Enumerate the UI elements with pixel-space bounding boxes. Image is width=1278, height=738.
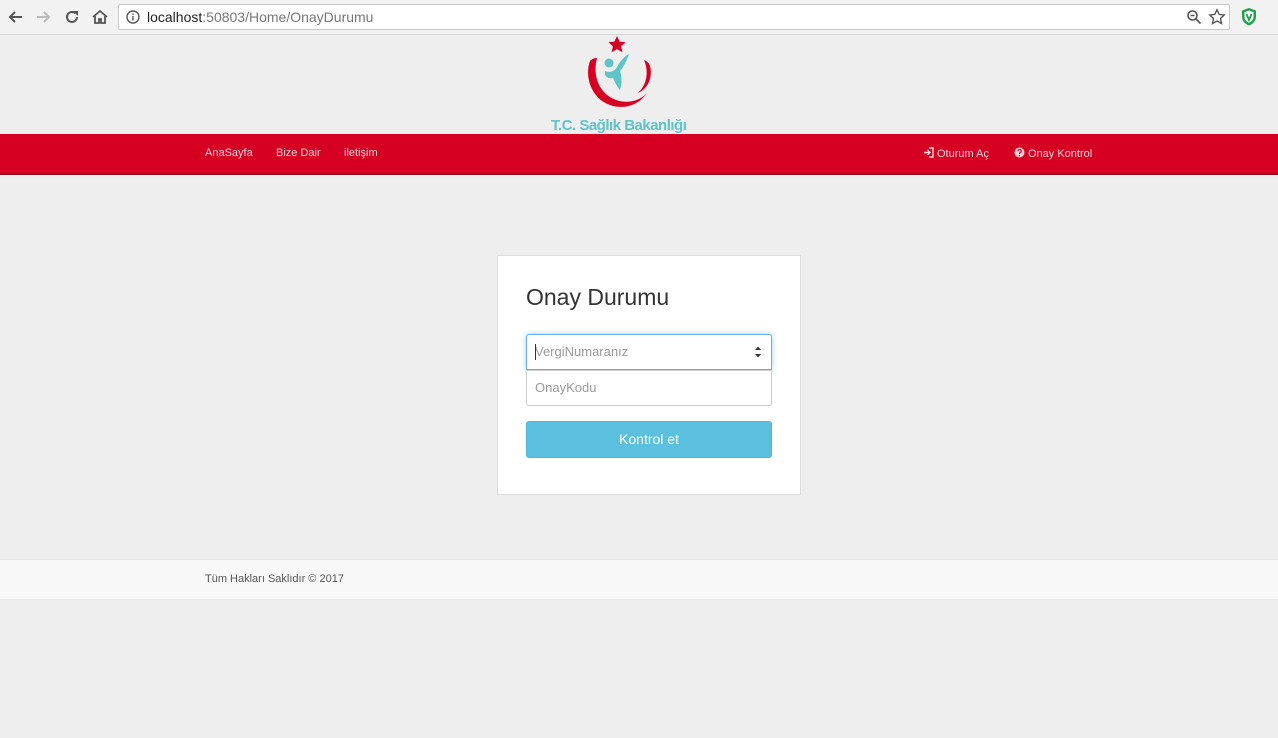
login-label: Oturum Aç: [937, 148, 989, 160]
site-footer: Tüm Hakları Saklıdır © 2017: [0, 559, 1278, 600]
home-icon: [92, 9, 108, 24]
nav-link-contact[interactable]: iletişim: [344, 147, 378, 159]
nav-link-approval-check[interactable]: Onay Kontrol: [1014, 147, 1092, 160]
check-button[interactable]: Kontrol et: [526, 421, 772, 458]
browser-toolbar: localhost:50803/Home/OnayDurumu: [0, 0, 1278, 35]
logo-text: T.C. Sağlık Bakanlığı: [551, 117, 687, 134]
site-header: T.C. Sağlık Bakanlığı: [0, 35, 1278, 134]
bookmark-star-icon[interactable]: [1208, 8, 1226, 26]
home-button[interactable]: [89, 6, 111, 28]
page-title: Onay Durumu: [526, 284, 670, 310]
url-path: :50803/Home/OnayDurumu: [202, 9, 374, 25]
back-arrow-icon: [8, 11, 22, 23]
number-spinner-icon[interactable]: [753, 344, 763, 360]
forward-button[interactable]: [32, 6, 54, 28]
nav-link-home[interactable]: AnaSayfa: [205, 147, 253, 159]
tax-number-placeholder: VergiNumaranız: [535, 344, 629, 359]
address-bar[interactable]: localhost:50803/Home/OnayDurumu: [118, 4, 1230, 30]
back-button[interactable]: [5, 6, 27, 28]
approval-code-input[interactable]: OnayKodu: [526, 370, 772, 406]
zoom-icon[interactable]: [1186, 9, 1202, 25]
tax-number-input[interactable]: VergiNumaranız: [526, 334, 772, 370]
url-host: localhost: [147, 9, 203, 25]
forward-arrow-icon: [37, 11, 51, 23]
question-circle-icon: [1014, 147, 1025, 158]
approval-status-panel: Onay Durumu VergiNumaranız OnayKodu Kont…: [497, 255, 801, 495]
login-icon: [924, 147, 934, 158]
text-caret: [535, 344, 536, 360]
copyright-text: Tüm Hakları Saklıdır © 2017: [205, 573, 344, 585]
info-icon[interactable]: [126, 10, 140, 24]
reload-button[interactable]: [61, 6, 83, 28]
approval-check-label: Onay Kontrol: [1028, 148, 1093, 160]
main-navbar: AnaSayfa Bize Dair iletişim Oturum Aç On…: [0, 134, 1278, 175]
nav-link-about[interactable]: Bize Dair: [276, 147, 321, 159]
reload-icon: [66, 10, 78, 23]
url-text[interactable]: localhost:50803/Home/OnayDurumu: [147, 9, 373, 25]
approval-code-placeholder: OnayKodu: [535, 380, 597, 395]
ministry-logo-icon: [588, 36, 651, 107]
nav-link-login[interactable]: Oturum Aç: [923, 147, 989, 160]
shield-extension-icon[interactable]: [1240, 7, 1258, 27]
